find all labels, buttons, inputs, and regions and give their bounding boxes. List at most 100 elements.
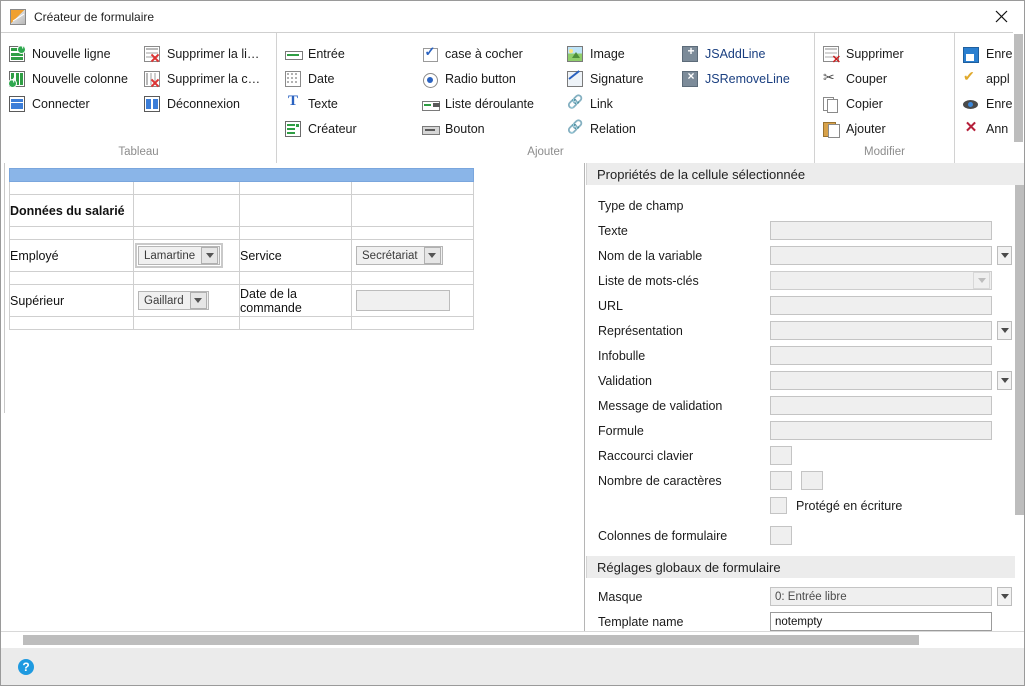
table-cell[interactable]: Secrétariat: [350, 239, 475, 272]
ribbon-item-nouvelle-colonne[interactable]: Nouvelle colonne: [1, 66, 136, 91]
form-design-canvas[interactable]: Données du salarié Employé Lamartine Ser…: [1, 163, 585, 631]
ribbon-item-ajouter[interactable]: Ajouter: [815, 116, 954, 141]
chevron-down-icon[interactable]: [997, 587, 1012, 606]
form-columns-input[interactable]: [770, 526, 792, 545]
form-title-bar-row[interactable]: [8, 168, 475, 182]
formula-input[interactable]: [770, 421, 992, 440]
ribbon-item-supprimer[interactable]: Supprimer: [815, 41, 954, 66]
chevron-down-icon[interactable]: [997, 246, 1012, 265]
employee-dropdown[interactable]: Lamartine: [134, 243, 224, 268]
table-cell[interactable]: [239, 316, 352, 330]
table-cell[interactable]: [133, 181, 240, 195]
table-cell[interactable]: [239, 194, 352, 227]
ribbon-item-nouvelle-ligne[interactable]: Nouvelle ligne: [1, 41, 136, 66]
ribbon-item-jsaddline[interactable]: JSAddLine: [674, 41, 814, 66]
form-field-label[interactable]: Supérieur: [9, 284, 134, 317]
table-cell[interactable]: [350, 194, 475, 227]
table-cell[interactable]: [239, 181, 352, 195]
supervisor-dropdown[interactable]: Gaillard: [138, 291, 209, 310]
form-field-label[interactable]: Service: [239, 239, 352, 272]
validation-input[interactable]: [770, 371, 992, 390]
chevron-down-icon[interactable]: [201, 247, 219, 264]
table-cell[interactable]: [350, 284, 475, 317]
table-cell[interactable]: [350, 181, 475, 195]
variable-name-input[interactable]: [770, 246, 992, 265]
ribbon-group-label: Tableau: [118, 146, 159, 158]
texte-input[interactable]: [770, 221, 992, 240]
status-bar: ?: [1, 648, 1024, 685]
ribbon-item-copier[interactable]: Copier: [815, 91, 954, 116]
ribbon-item-radio-button[interactable]: Radio button: [414, 66, 559, 91]
ribbon-item-createur[interactable]: Créateur: [277, 116, 414, 141]
js-add-line-icon: [682, 44, 699, 62]
table-cell[interactable]: [239, 226, 352, 240]
table-cell[interactable]: [9, 226, 134, 240]
table-cell[interactable]: [9, 271, 134, 285]
scrollbar-thumb[interactable]: [1014, 34, 1023, 142]
ribbon-item-deconnexion[interactable]: Déconnexion: [136, 91, 276, 116]
table-cell[interactable]: [9, 181, 134, 195]
keyboard-shortcut-input[interactable]: [770, 446, 792, 465]
char-count-max-input[interactable]: [801, 471, 823, 490]
ribbon-item-liste-deroulante[interactable]: Liste déroulante: [414, 91, 559, 116]
mask-input[interactable]: 0: Entrée libre: [770, 587, 992, 606]
ribbon-item-bouton[interactable]: Bouton: [414, 116, 559, 141]
chevron-down-icon[interactable]: [997, 321, 1012, 340]
chevron-down-icon[interactable]: [997, 371, 1012, 390]
table-cell[interactable]: [133, 316, 240, 330]
property-row-texte: Texte: [586, 218, 1024, 243]
merge-cells-icon: [9, 95, 25, 112]
help-icon[interactable]: ?: [18, 658, 34, 675]
form-field-label[interactable]: Données du salarié: [9, 194, 134, 227]
table-cell[interactable]: [9, 316, 134, 330]
tooltip-input[interactable]: [770, 346, 992, 365]
apply-icon: [963, 68, 979, 87]
ribbon-item-case-a-cocher[interactable]: case à cocher: [414, 41, 559, 66]
ribbon-item-supprimer-ligne[interactable]: Supprimer la li…: [136, 41, 276, 66]
form-title-bar-cell[interactable]: [8, 168, 475, 182]
canvas-vertical-scrollbar[interactable]: [1, 163, 5, 413]
representation-input[interactable]: [770, 321, 992, 340]
ribbon-item-signature[interactable]: Signature: [559, 66, 674, 91]
ribbon-item-texte[interactable]: Texte: [277, 91, 414, 116]
ribbon-item-supprimer-colonne[interactable]: Supprimer la c…: [136, 66, 276, 91]
ribbon-vertical-scrollbar[interactable]: [1013, 32, 1024, 163]
template-name-input[interactable]: notempty: [770, 612, 992, 631]
table-cell[interactable]: [133, 194, 240, 227]
char-count-min-input[interactable]: [770, 471, 792, 490]
keyword-list-dropdown[interactable]: [770, 271, 992, 290]
table-cell[interactable]: [350, 271, 475, 285]
write-protected-checkbox[interactable]: [770, 497, 787, 514]
ribbon-item-label: JSAddLine: [705, 46, 766, 61]
form-field-label[interactable]: Employé: [9, 239, 134, 272]
order-date-input[interactable]: [356, 290, 450, 311]
ribbon-item-entree[interactable]: Entrée: [277, 41, 414, 66]
table-cell[interactable]: [133, 271, 240, 285]
service-dropdown[interactable]: Secrétariat: [356, 246, 443, 265]
scrollbar-thumb[interactable]: [1015, 185, 1024, 515]
ribbon-item-jsremoveline[interactable]: JSRemoveLine: [674, 66, 814, 91]
ribbon-item-connecter[interactable]: Connecter: [1, 91, 136, 116]
ribbon-item-relation[interactable]: Relation: [559, 116, 674, 141]
table-cell[interactable]: [239, 271, 352, 285]
ribbon-item-couper[interactable]: Couper: [815, 66, 954, 91]
ribbon-item-label: Nouvelle colonne: [32, 71, 128, 86]
ribbon-item-date[interactable]: Date: [277, 66, 414, 91]
ribbon-item-image[interactable]: Image: [559, 41, 674, 66]
table-cell[interactable]: [350, 316, 475, 330]
validation-message-input[interactable]: [770, 396, 992, 415]
table-cell[interactable]: [133, 226, 240, 240]
close-icon[interactable]: [978, 1, 1024, 32]
chevron-down-icon[interactable]: [189, 292, 207, 309]
url-input[interactable]: [770, 296, 992, 315]
chevron-down-icon[interactable]: [423, 247, 441, 264]
ribbon-item-link[interactable]: Link: [559, 91, 674, 116]
properties-vertical-scrollbar[interactable]: [1015, 185, 1024, 600]
table-cell[interactable]: [350, 226, 475, 240]
property-label: Template name: [598, 614, 684, 629]
horizontal-scrollbar[interactable]: [1, 631, 1024, 648]
form-field-label[interactable]: Date de la commande: [239, 284, 352, 317]
table-cell[interactable]: Lamartine: [133, 239, 240, 272]
table-cell[interactable]: Gaillard: [133, 284, 240, 317]
scrollbar-thumb[interactable]: [23, 635, 919, 645]
